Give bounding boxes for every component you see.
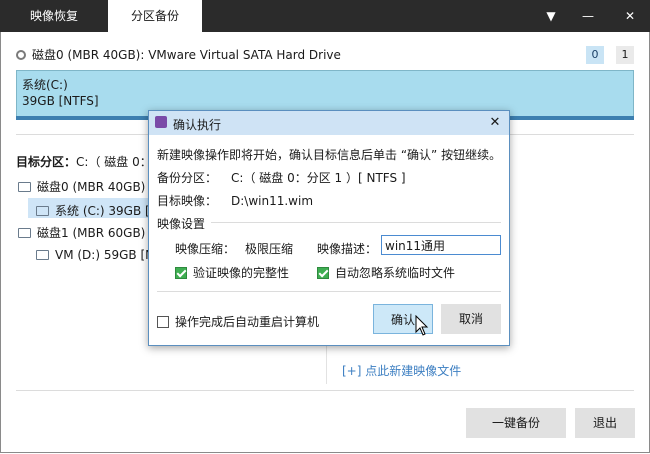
- backup-partition-label: 备份分区：: [157, 171, 218, 185]
- tree-item-label: 磁盘1 (MBR 60GB): [37, 226, 146, 240]
- target-label: 目标分区：: [16, 155, 77, 169]
- compression-label: 映像压缩：: [175, 242, 236, 256]
- disk-icon: [16, 50, 26, 60]
- partition-name: 系统(C:): [22, 78, 68, 92]
- disk-icon: [18, 182, 31, 192]
- disk-select-button-1[interactable]: 1: [616, 46, 634, 64]
- restart-label: 操作完成后自动重启计算机: [175, 315, 320, 329]
- partition-icon: [36, 250, 49, 260]
- verify-checkbox[interactable]: [175, 267, 187, 279]
- new-image-link[interactable]: [+] 点此新建映像文件: [342, 362, 461, 379]
- tab-image-restore[interactable]: 映像恢复: [0, 0, 108, 32]
- tree-item-system-c-content: 系统 (C:) 39GB [N: [36, 202, 159, 219]
- settings-header: 映像设置: [157, 217, 206, 231]
- compression-value[interactable]: 极限压缩: [245, 242, 293, 256]
- target-image-value: D:\win11.wim: [231, 194, 314, 208]
- tree-item-disk1[interactable]: 磁盘1 (MBR 60GB): [18, 224, 145, 241]
- backup-partition-row: 备份分区： C:（ 磁盘 0：分区 1 ）[ NTFS ]: [157, 169, 406, 186]
- disk-select-button-0[interactable]: 0: [586, 46, 604, 64]
- disk0-header-text: 磁盘0 (MBR 40GB): VMware Virtual SATA Hard…: [32, 48, 341, 62]
- partition-info: 39GB [NTFS]: [22, 94, 99, 108]
- target-image-row: 目标映像： D:\win11.wim: [157, 192, 313, 209]
- panel-divider: [326, 344, 327, 384]
- disk0-header: 磁盘0 (MBR 40GB): VMware Virtual SATA Hard…: [16, 46, 341, 63]
- description-label: 映像描述：: [317, 242, 378, 256]
- dialog-title: 确认执行: [173, 118, 222, 132]
- verify-checkbox-row[interactable]: 验证映像的完整性: [175, 264, 289, 281]
- settings-divider: [211, 222, 501, 223]
- tree-item-disk0[interactable]: 磁盘0 (MBR 40GB): [18, 178, 145, 195]
- compression-row: 映像压缩： 极限压缩: [175, 240, 293, 257]
- divider: [16, 390, 634, 391]
- target-image-label: 目标映像：: [157, 194, 218, 208]
- verify-label: 验证映像的完整性: [193, 266, 290, 280]
- tree-item-label: 系统 (C:) 39GB [N: [55, 204, 159, 218]
- dialog-message: 新建映像操作即将开始，确认目标信息后单击 “确认” 按钮继续。: [157, 148, 502, 162]
- mouse-pointer-icon: [415, 315, 429, 336]
- exit-button[interactable]: 退出: [575, 408, 635, 438]
- partition-icon: [36, 206, 49, 216]
- description-input[interactable]: win11通用: [381, 235, 501, 255]
- tab-partition-backup[interactable]: 分区备份: [108, 0, 202, 32]
- minimize-icon[interactable]: —: [574, 0, 602, 32]
- dialog-close-icon[interactable]: ✕: [485, 113, 505, 133]
- tree-item-label: VM (D:) 59GB [N: [55, 248, 155, 262]
- confirm-dialog: 确认执行 ✕ 新建映像操作即将开始，确认目标信息后单击 “确认” 按钮继续。 备…: [148, 110, 510, 346]
- restart-checkbox[interactable]: [157, 316, 169, 328]
- tree-item-label: 磁盘0 (MBR 40GB): [37, 180, 146, 194]
- one-click-backup-button[interactable]: 一键备份: [466, 408, 566, 438]
- dialog-divider: [157, 291, 501, 292]
- ignore-temp-label: 自动忽略系统临时文件: [335, 266, 456, 280]
- backup-partition-value: C:（ 磁盘 0：分区 1 ）[ NTFS ]: [231, 171, 406, 185]
- restart-checkbox-row[interactable]: 操作完成后自动重启计算机: [157, 313, 319, 330]
- menu-dropdown-icon[interactable]: ▼: [537, 0, 565, 32]
- tree-item-vm-d[interactable]: VM (D:) 59GB [N: [36, 248, 154, 262]
- ignore-temp-checkbox[interactable]: [317, 267, 329, 279]
- cancel-button[interactable]: 取消: [441, 304, 501, 334]
- close-icon[interactable]: ✕: [616, 0, 644, 32]
- disk-icon: [18, 228, 31, 238]
- app-logo-icon: [155, 116, 167, 128]
- ignore-temp-checkbox-row[interactable]: 自动忽略系统临时文件: [317, 264, 455, 281]
